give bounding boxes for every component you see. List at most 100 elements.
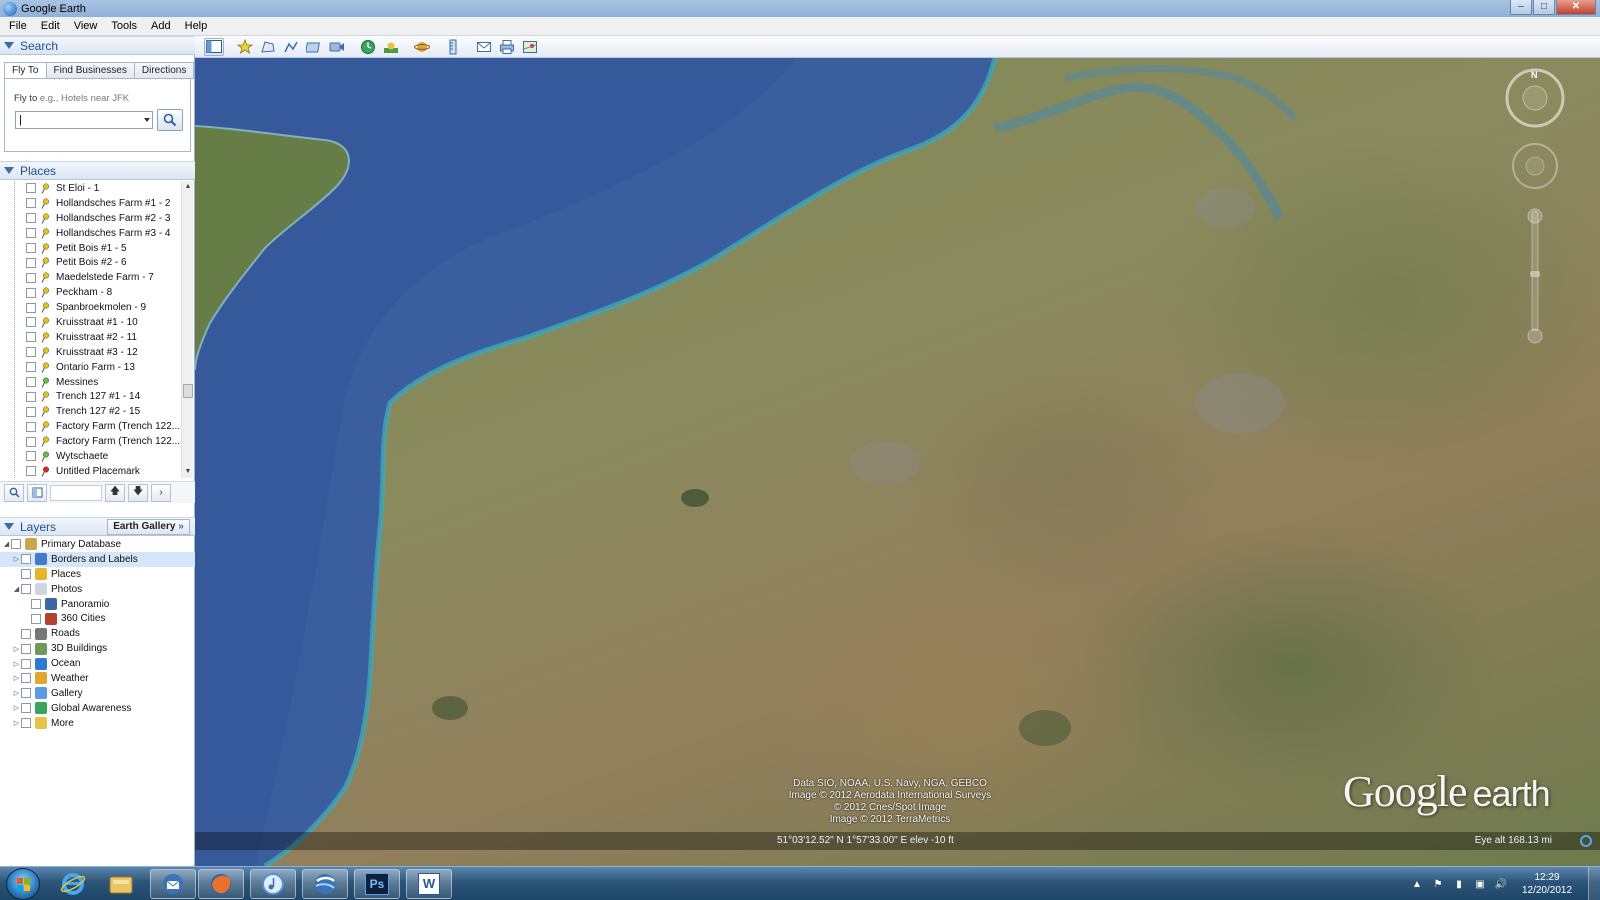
tree-expander-icon[interactable]: ▷: [12, 660, 21, 668]
satellite-imagery[interactable]: [195, 58, 1600, 866]
place-checkbox[interactable]: [26, 243, 36, 253]
layer-item[interactable]: ▷ 3D Buildings: [0, 641, 195, 656]
maximize-button[interactable]: □: [1533, 0, 1555, 15]
layer-checkbox[interactable]: [21, 584, 31, 595]
email-button[interactable]: [474, 38, 494, 56]
record-tour-button[interactable]: [327, 38, 347, 56]
place-checkbox[interactable]: [26, 228, 36, 239]
place-item[interactable]: Trench 127 #2 - 15: [0, 404, 182, 419]
places-panel-toggle-button[interactable]: [27, 483, 47, 502]
sunlight-button[interactable]: [381, 38, 401, 56]
search-panel-header[interactable]: Search: [0, 36, 195, 55]
place-item[interactable]: Wytschaete: [0, 449, 182, 464]
scroll-down-icon[interactable]: ▼: [182, 466, 194, 478]
layer-item[interactable]: ▷ More: [0, 716, 195, 731]
taskbar-firefox[interactable]: [198, 869, 244, 899]
earth-gallery-button[interactable]: Earth Gallery »: [107, 519, 190, 535]
add-path-button[interactable]: [281, 38, 301, 56]
place-item[interactable]: Factory Farm (Trench 122...: [0, 434, 182, 449]
layer-checkbox[interactable]: [31, 613, 41, 624]
places-panel-header[interactable]: Places: [0, 161, 195, 180]
place-item[interactable]: Peckham - 8: [0, 285, 182, 300]
layer-item[interactable]: ▷ Borders and Labels: [0, 551, 195, 567]
layer-item[interactable]: 360 Cities: [0, 611, 195, 626]
layer-item[interactable]: Panoramio: [0, 597, 195, 612]
scroll-up-icon[interactable]: ▲: [182, 181, 194, 193]
layer-checkbox[interactable]: [21, 703, 31, 714]
view-in-maps-button[interactable]: [520, 38, 540, 56]
volume-icon[interactable]: 🔊: [1493, 876, 1509, 892]
navigation-controls[interactable]: N: [1503, 66, 1567, 346]
layer-checkbox[interactable]: [21, 569, 31, 580]
tab-directions[interactable]: Directions: [133, 62, 195, 79]
layer-checkbox[interactable]: [21, 643, 31, 654]
place-checkbox[interactable]: [26, 302, 36, 313]
place-item[interactable]: Messines: [0, 375, 182, 390]
place-checkbox[interactable]: [26, 257, 36, 268]
layer-checkbox[interactable]: [21, 673, 31, 684]
add-placemark-button[interactable]: [235, 38, 255, 56]
close-button[interactable]: ✕: [1556, 0, 1596, 15]
place-item[interactable]: Factory Farm (Trench 122...: [0, 419, 182, 434]
layer-item[interactable]: ▷ Weather: [0, 671, 195, 686]
place-item[interactable]: Kruisstraat #2 - 11: [0, 330, 182, 345]
scroll-thumb[interactable]: [183, 384, 193, 398]
tree-expander-icon[interactable]: ◢: [2, 540, 11, 548]
layer-checkbox[interactable]: [21, 718, 31, 729]
add-image-overlay-button[interactable]: [304, 38, 324, 56]
taskbar-thunderbird[interactable]: [150, 869, 196, 899]
taskbar-word[interactable]: W: [406, 869, 452, 899]
taskbar-photoshop[interactable]: Ps: [354, 869, 400, 899]
place-item[interactable]: Petit Bois #2 - 6: [0, 255, 182, 270]
layer-item[interactable]: Roads: [0, 626, 195, 641]
layer-item[interactable]: ▷ Ocean: [0, 656, 195, 671]
taskbar-google-earth[interactable]: [302, 869, 348, 899]
place-item[interactable]: Untitled Placemark: [0, 464, 182, 478]
layer-checkbox[interactable]: [11, 539, 21, 550]
historical-imagery-button[interactable]: [358, 38, 378, 56]
menu-view[interactable]: View: [67, 17, 105, 36]
layer-checkbox[interactable]: [31, 599, 41, 609]
place-item[interactable]: St Eloi - 1: [0, 181, 182, 196]
navigation-compass[interactable]: N: [1503, 66, 1567, 346]
place-item[interactable]: Maedelstede Farm - 7: [0, 270, 182, 285]
places-more-button[interactable]: ›: [151, 483, 171, 502]
place-item[interactable]: Kruisstraat #3 - 12: [0, 345, 182, 360]
move-up-button[interactable]: 🡅: [105, 483, 125, 502]
layer-checkbox[interactable]: [21, 658, 31, 669]
fly-to-input[interactable]: |: [15, 111, 153, 129]
places-filter-field[interactable]: [50, 484, 102, 501]
layer-item[interactable]: ◢ Primary Database: [0, 537, 195, 552]
place-checkbox[interactable]: [26, 317, 36, 328]
tree-expander-icon[interactable]: ▷: [12, 674, 21, 682]
taskbar-itunes[interactable]: [250, 869, 296, 899]
place-checkbox[interactable]: [26, 198, 36, 209]
place-checkbox[interactable]: [26, 421, 36, 432]
dropdown-arrow-icon[interactable]: [144, 118, 150, 122]
toggle-sidebar-button[interactable]: [204, 37, 224, 56]
place-checkbox[interactable]: [26, 213, 36, 224]
layer-item[interactable]: Places: [0, 567, 195, 582]
place-item[interactable]: Spanbroekmolen - 9: [0, 300, 182, 315]
places-scrollbar[interactable]: ▲ ▼: [181, 181, 193, 478]
place-checkbox[interactable]: [26, 183, 36, 194]
tree-expander-icon[interactable]: ◢: [12, 585, 21, 593]
place-item[interactable]: Hollandsches Farm #2 - 3: [0, 211, 182, 226]
tab-fly-to[interactable]: Fly To: [4, 62, 47, 79]
switch-planet-button[interactable]: [412, 38, 432, 56]
place-checkbox[interactable]: [26, 332, 36, 343]
print-button[interactable]: [497, 38, 517, 56]
tree-expander-icon[interactable]: ▷: [12, 555, 21, 563]
layer-item[interactable]: ▷ Gallery: [0, 686, 195, 701]
tree-expander-icon[interactable]: ▷: [12, 719, 21, 727]
place-item[interactable]: Petit Bois #1 - 5: [0, 241, 182, 256]
place-checkbox[interactable]: [26, 377, 36, 388]
place-item[interactable]: Kruisstraat #1 - 10: [0, 315, 182, 330]
layer-checkbox[interactable]: [21, 554, 31, 565]
place-checkbox[interactable]: [26, 391, 36, 402]
layer-checkbox[interactable]: [21, 628, 31, 639]
start-button[interactable]: [6, 868, 40, 900]
place-checkbox[interactable]: [26, 436, 36, 447]
layer-item[interactable]: ◢ Photos: [0, 582, 195, 597]
taskbar-internet-explorer[interactable]: [50, 869, 96, 899]
